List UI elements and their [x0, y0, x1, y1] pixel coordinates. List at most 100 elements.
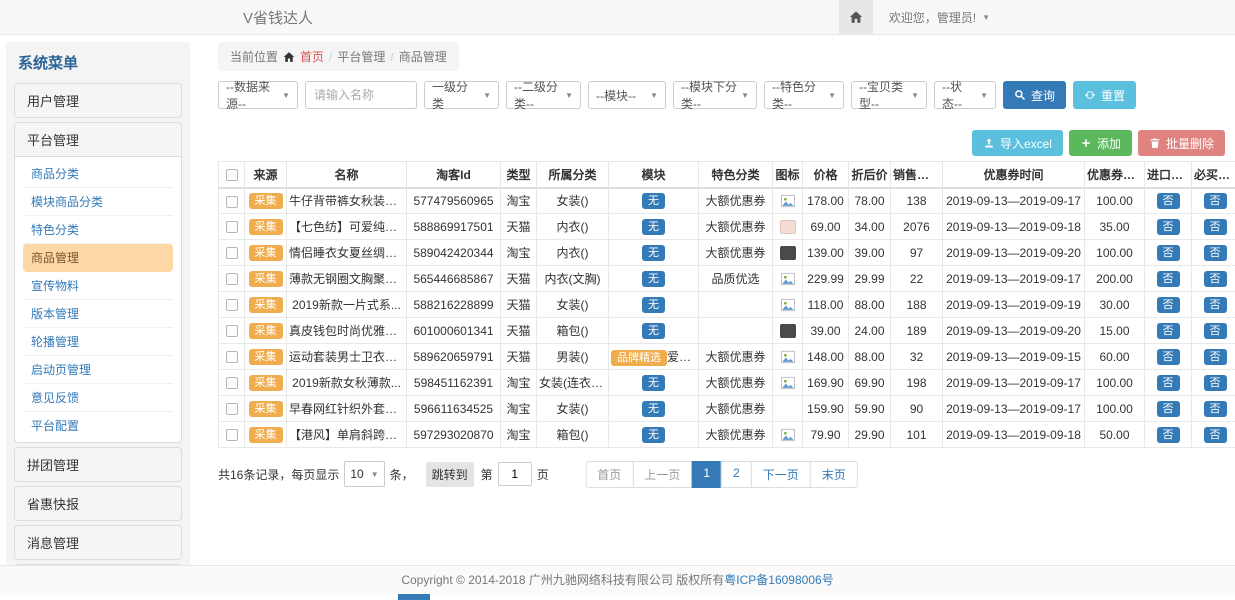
reset-button[interactable]: 重置	[1073, 81, 1136, 109]
import-optional-toggle[interactable]: 否	[1157, 193, 1180, 209]
must-buy-toggle[interactable]: 否	[1204, 375, 1227, 391]
import-optional-toggle[interactable]: 否	[1157, 245, 1180, 261]
sales-count-cell: 138	[891, 188, 943, 214]
sidebar-item-1-2[interactable]: 特色分类	[23, 216, 173, 244]
source-badge: 采集	[249, 193, 283, 209]
pager-button-4[interactable]: 下一页	[751, 461, 811, 488]
pager-button-2[interactable]: 1	[691, 461, 722, 488]
product-name-cell: 牛仔背带裤女秋装减龄...	[287, 188, 407, 214]
must-buy-toggle[interactable]: 否	[1204, 271, 1227, 287]
taoke-id-cell: 597293020870	[407, 422, 501, 448]
import-optional-toggle[interactable]: 否	[1157, 271, 1180, 287]
breadcrumb-home-link[interactable]: 首页	[300, 48, 324, 65]
sidebar-item-1-6[interactable]: 轮播管理	[23, 328, 173, 356]
feature-category-select[interactable]: --特色分类--▼	[764, 81, 844, 109]
must-buy-toggle[interactable]: 否	[1204, 349, 1227, 365]
module-badge: 无	[642, 219, 665, 235]
import-optional-toggle[interactable]: 否	[1157, 375, 1180, 391]
import-optional-toggle[interactable]: 否	[1157, 323, 1180, 339]
pager-button-1[interactable]: 上一页	[632, 461, 692, 488]
row-checkbox[interactable]	[226, 196, 238, 208]
sidebar-group-4[interactable]: 消息管理	[15, 526, 181, 559]
per-page-select[interactable]: 10 ▼	[344, 461, 384, 487]
import-optional-toggle[interactable]: 否	[1157, 349, 1180, 365]
breadcrumb-item-products: 商品管理	[399, 48, 447, 65]
sidebar-item-1-4[interactable]: 宣传物料	[23, 272, 173, 300]
must-buy-toggle[interactable]: 否	[1204, 427, 1227, 443]
row-checkbox[interactable]	[226, 403, 238, 415]
module-cell: 无	[609, 214, 699, 240]
source-badge: 采集	[249, 245, 283, 261]
level2-category-select[interactable]: --二级分类--▼	[506, 81, 581, 109]
status-select[interactable]: --状态--▼	[934, 81, 996, 109]
row-checkbox[interactable]	[226, 221, 238, 233]
coupon-time-cell: 2019-09-13—2019-09-20	[943, 240, 1085, 266]
row-checkbox[interactable]	[226, 429, 238, 441]
item-type-select[interactable]: --宝贝类型--▼	[851, 81, 927, 109]
jump-page-input[interactable]	[498, 462, 532, 486]
sidebar-item-1-0[interactable]: 商品分类	[23, 160, 173, 188]
sidebar-item-1-1[interactable]: 模块商品分类	[23, 188, 173, 216]
add-button[interactable]: 添加	[1069, 130, 1132, 156]
source-badge: 采集	[249, 401, 283, 417]
must-buy-toggle[interactable]: 否	[1204, 297, 1227, 313]
search-icon	[1014, 89, 1026, 101]
feature-category-cell	[699, 318, 773, 344]
row-checkbox[interactable]	[226, 351, 238, 363]
product-image-icon	[780, 350, 796, 364]
sidebar-item-1-5[interactable]: 版本管理	[23, 300, 173, 328]
pager-button-5[interactable]: 末页	[810, 461, 858, 488]
sidebar-item-1-9[interactable]: 平台配置	[23, 412, 173, 439]
per-page-value: 10	[350, 467, 363, 481]
sidebar-group-2[interactable]: 拼团管理	[15, 448, 181, 481]
data-source-select[interactable]: --数据来源--▼	[218, 81, 298, 109]
row-checkbox[interactable]	[226, 299, 238, 311]
level1-category-select[interactable]: 一级分类▼	[424, 81, 499, 109]
name-input[interactable]	[305, 81, 417, 109]
must-buy-toggle[interactable]: 否	[1204, 323, 1227, 339]
module-sub-category-select[interactable]: --模块下分类--▼	[673, 81, 757, 109]
import-optional-toggle[interactable]: 否	[1157, 427, 1180, 443]
sidebar-item-1-8[interactable]: 意见反馈	[23, 384, 173, 412]
sidebar-item-1-3[interactable]: 商品管理	[23, 244, 173, 272]
column-header-8: 价格	[803, 162, 849, 188]
row-checkbox[interactable]	[226, 273, 238, 285]
sidebar-item-1-7[interactable]: 启动页管理	[23, 356, 173, 384]
user-menu[interactable]: 欢迎您，管理员! ▼	[873, 0, 990, 34]
sidebar-group-3[interactable]: 省惠快报	[15, 487, 181, 520]
row-checkbox[interactable]	[226, 377, 238, 389]
product-thumbnail	[780, 324, 796, 338]
breadcrumb-item-platform: 平台管理	[337, 48, 385, 65]
filter-controls: --数据来源--▼ 一级分类▼--二级分类--▼--模块--▼--模块下分类--▼…	[218, 81, 996, 109]
search-button[interactable]: 查询	[1003, 81, 1066, 109]
footer: Copyright © 2014-2018 广州九驰网络科技有限公司 版权所有粤…	[0, 565, 1235, 593]
icon-cell	[773, 292, 803, 318]
sidebar-group-1[interactable]: 平台管理	[15, 123, 181, 156]
import-excel-button[interactable]: 导入excel	[972, 130, 1063, 156]
pager-button-3[interactable]: 2	[721, 461, 752, 488]
batch-delete-button[interactable]: 批量删除	[1138, 130, 1225, 156]
import-optional-toggle[interactable]: 否	[1157, 219, 1180, 235]
module-select[interactable]: --模块--▼	[588, 81, 666, 109]
jump-button[interactable]: 跳转到	[426, 462, 474, 487]
row-select-cell	[219, 188, 245, 214]
column-header-9: 折后价	[849, 162, 891, 188]
sidebar-group-0[interactable]: 用户管理	[15, 84, 181, 117]
must-buy-toggle[interactable]: 否	[1204, 245, 1227, 261]
must-buy-toggle[interactable]: 否	[1204, 401, 1227, 417]
category-cell: 内衣()	[537, 214, 609, 240]
row-checkbox[interactable]	[226, 247, 238, 259]
pager-button-0[interactable]: 首页	[585, 461, 633, 488]
home-button[interactable]	[839, 0, 873, 34]
source-cell: 采集	[245, 396, 287, 422]
must-buy-toggle[interactable]: 否	[1204, 219, 1227, 235]
taoke-id-cell: 577479560965	[407, 188, 501, 214]
row-checkbox[interactable]	[226, 325, 238, 337]
taoke-id-cell: 601000601341	[407, 318, 501, 344]
must-buy-toggle[interactable]: 否	[1204, 193, 1227, 209]
category-cell: 男装()	[537, 344, 609, 370]
icp-link[interactable]: 粤ICP备16098006号	[724, 571, 833, 588]
import-optional-toggle[interactable]: 否	[1157, 297, 1180, 313]
import-optional-toggle[interactable]: 否	[1157, 401, 1180, 417]
select-all-checkbox[interactable]	[226, 169, 238, 181]
